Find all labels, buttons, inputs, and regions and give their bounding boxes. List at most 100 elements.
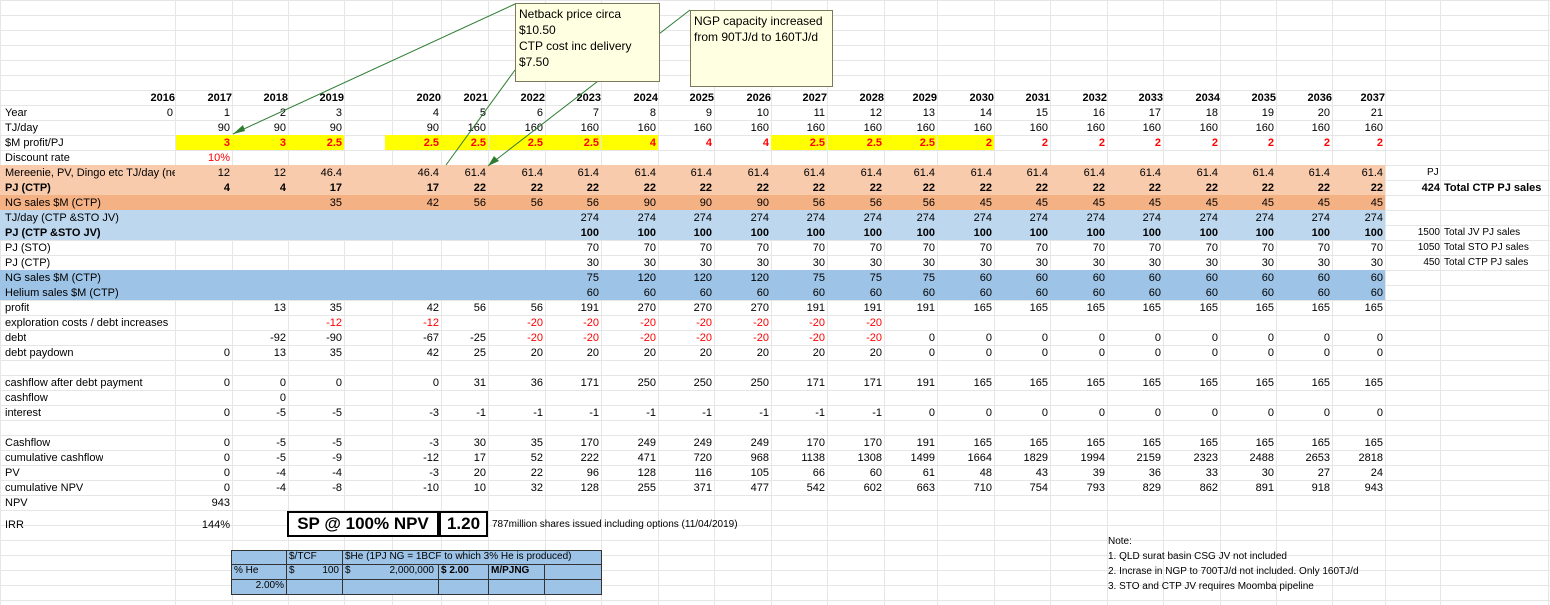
data-cell[interactable]: 2 [1331,136,1383,150]
data-cell[interactable]: 170 [773,436,825,450]
data-cell[interactable]: 2 [1166,136,1218,150]
data-cell[interactable]: 165 [996,436,1048,450]
data-cell[interactable]: 25 [434,346,486,360]
data-cell[interactable]: 274 [547,211,599,225]
data-cell[interactable]: 165 [940,376,992,390]
data-cell[interactable]: 43 [996,466,1048,480]
data-cell[interactable]: 0 [1053,406,1105,420]
data-cell[interactable]: 160 [940,121,992,135]
data-cell[interactable]: -1 [660,406,712,420]
data-cell[interactable]: 274 [830,211,882,225]
data-cell[interactable]: 45 [1109,196,1161,210]
data-cell[interactable]: 160 [830,121,882,135]
data-cell[interactable]: 100 [883,226,935,240]
data-cell[interactable]: 3 [178,136,230,150]
year-header-cell[interactable]: 2025 [662,91,714,105]
data-cell[interactable]: 30 [1222,256,1274,270]
data-cell[interactable]: 24 [1331,466,1383,480]
he-value-cell[interactable]: $ 2,000,000 [343,565,439,580]
data-cell[interactable]: 13 [234,301,286,315]
row-label[interactable]: PJ (CTP) [5,181,51,195]
data-cell[interactable]: 60 [1053,271,1105,285]
data-cell[interactable]: 270 [604,301,656,315]
data-cell[interactable]: 61.4 [717,166,769,180]
data-cell[interactable]: -20 [604,331,656,345]
data-cell[interactable]: 60 [1109,286,1161,300]
data-cell[interactable]: 100 [1053,226,1105,240]
row-label[interactable]: interest [5,406,41,420]
data-cell[interactable]: 0 [1053,346,1105,360]
data-cell[interactable]: 165 [1222,376,1274,390]
data-cell[interactable]: 22 [491,466,543,480]
data-cell[interactable]: 270 [717,301,769,315]
data-cell[interactable]: 7 [547,106,599,120]
data-cell[interactable]: 1 [178,106,230,120]
data-cell[interactable]: 1138 [773,451,825,465]
data-cell[interactable]: -3 [387,466,439,480]
data-cell[interactable]: 20 [717,346,769,360]
data-cell[interactable]: 274 [1278,211,1330,225]
data-cell[interactable]: 60 [940,271,992,285]
data-cell[interactable]: -20 [773,316,825,330]
data-cell[interactable]: 30 [1109,256,1161,270]
row-label[interactable]: TJ/day [5,121,38,135]
row-label[interactable]: NPV [5,496,28,510]
data-cell[interactable]: -12 [387,451,439,465]
year-header-cell[interactable]: 2026 [719,91,771,105]
data-cell[interactable]: 1308 [830,451,882,465]
data-cell[interactable]: -20 [717,331,769,345]
row-label[interactable]: cashflow [5,391,48,405]
data-cell[interactable]: 0 [178,466,230,480]
data-cell[interactable]: 22 [883,181,935,195]
data-cell[interactable]: 48 [940,466,992,480]
data-cell[interactable]: 2 [1109,136,1161,150]
data-cell[interactable]: 60 [1222,286,1274,300]
data-cell[interactable]: 45 [940,196,992,210]
data-cell[interactable]: 160 [1331,121,1383,135]
data-cell[interactable]: -90 [290,331,342,345]
data-cell[interactable]: 42 [387,196,439,210]
data-cell[interactable]: 90 [234,121,286,135]
data-cell[interactable]: 30 [1053,256,1105,270]
data-cell[interactable]: 165 [996,376,1048,390]
data-cell[interactable]: 56 [883,196,935,210]
data-cell[interactable]: 45 [1278,196,1330,210]
data-cell[interactable]: 61.4 [830,166,882,180]
data-cell[interactable]: 16 [1053,106,1105,120]
data-cell[interactable]: 22 [604,181,656,195]
data-cell[interactable]: 61.4 [1109,166,1161,180]
data-cell[interactable]: 191 [883,376,935,390]
data-cell[interactable]: 943 [1331,481,1383,495]
row-label[interactable]: exploration costs / debt increases [5,316,168,330]
data-cell[interactable]: 2 [1053,136,1105,150]
data-cell[interactable]: 918 [1278,481,1330,495]
data-cell[interactable]: 471 [604,451,656,465]
data-cell[interactable]: -5 [234,436,286,450]
data-cell[interactable]: 30 [1166,256,1218,270]
data-cell[interactable]: 39 [1053,466,1105,480]
data-cell[interactable]: 2.5 [434,136,486,150]
data-cell[interactable]: 96 [547,466,599,480]
data-cell[interactable]: -1 [434,406,486,420]
data-cell[interactable]: 45 [1053,196,1105,210]
data-cell[interactable]: 2 [996,136,1048,150]
he-pct-value[interactable]: 2.00% [231,580,287,595]
sp-label-box[interactable]: SP @ 100% NPV [287,511,439,537]
data-cell[interactable]: 4 [604,136,656,150]
data-cell[interactable]: 128 [547,481,599,495]
data-cell[interactable]: 0 [940,346,992,360]
data-cell[interactable]: 371 [660,481,712,495]
data-cell[interactable]: -67 [387,331,439,345]
data-cell[interactable]: 70 [660,241,712,255]
data-cell[interactable]: 2 [940,136,992,150]
year-header-cell[interactable]: 2030 [942,91,994,105]
data-cell[interactable]: 60 [1222,271,1274,285]
data-cell[interactable]: 160 [1109,121,1161,135]
year-header-cell[interactable]: 2035 [1224,91,1276,105]
data-cell[interactable]: 60 [1331,286,1383,300]
row-label[interactable]: Mereenie, PV, Dingo etc TJ/day (net [5,166,175,180]
data-cell[interactable]: 70 [1331,241,1383,255]
data-cell[interactable]: 60 [883,286,935,300]
data-cell[interactable]: 0 [234,391,286,405]
data-cell[interactable]: 274 [1109,211,1161,225]
